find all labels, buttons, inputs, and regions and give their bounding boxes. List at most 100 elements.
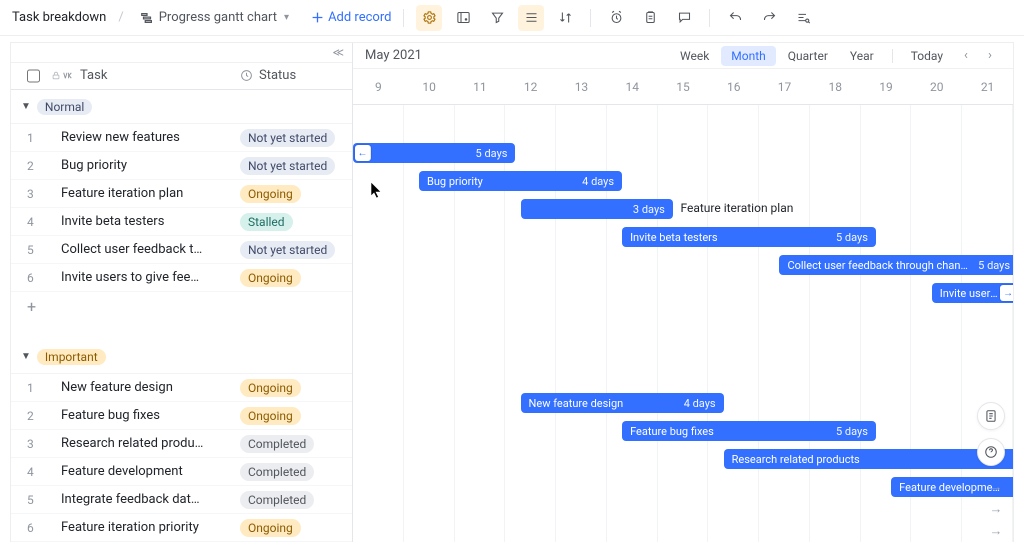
task-name[interactable]: Feature bug fixes — [61, 408, 240, 423]
gantt-bar[interactable]: Feature bug fixes5 days — [622, 421, 876, 441]
status-pill[interactable]: Ongoing — [240, 407, 301, 425]
table-row[interactable]: 2Feature bug fixesOngoing — [11, 402, 352, 430]
status-pill[interactable]: Ongoing — [240, 269, 301, 287]
gantt-bar[interactable]: 3 days — [521, 199, 673, 219]
table-row[interactable]: 5Collect user feedback t…Not yet started — [11, 236, 352, 264]
add-record-button[interactable]: Add record — [311, 10, 391, 25]
status-pill[interactable]: Ongoing — [240, 185, 301, 203]
gantt-bar[interactable]: Research related products — [724, 449, 1013, 469]
bar-left-handle-icon[interactable]: ← — [355, 145, 371, 161]
status-col-label: Status — [259, 68, 296, 83]
gantt-bar[interactable]: New feature design4 days — [521, 393, 724, 413]
table-row[interactable]: 6Feature iteration priorityOngoing — [11, 514, 352, 542]
bar-duration: 5 days — [836, 231, 868, 244]
group-pill[interactable]: Normal — [37, 99, 92, 115]
status-pill[interactable]: Completed — [240, 435, 314, 453]
task-name[interactable]: Review new features — [61, 130, 240, 145]
group-icon[interactable] — [518, 5, 544, 31]
table-row[interactable]: 2Bug priorityNot yet started — [11, 152, 352, 180]
toolbar-divider — [590, 9, 591, 27]
add-row-button[interactable]: + — [11, 292, 352, 320]
task-name[interactable]: Feature iteration plan — [61, 186, 240, 201]
table-row[interactable]: 3Research related produ…Completed — [11, 430, 352, 458]
gantt-view-icon — [140, 11, 154, 25]
scale-quarter[interactable]: Quarter — [778, 46, 838, 66]
date-header: 18 — [810, 69, 861, 104]
status-pill[interactable]: Not yet started — [240, 241, 335, 259]
sort-icon[interactable] — [552, 5, 578, 31]
search-icon[interactable] — [790, 5, 816, 31]
gantt-area: May 2021 Week Month Quarter Year Today ‹… — [353, 43, 1013, 542]
bar-duration: 3 days — [633, 203, 665, 216]
reminder-icon[interactable] — [603, 5, 629, 31]
scroll-to-bar-icon[interactable]: → — [987, 500, 1005, 518]
group-disclosure-icon[interactable]: ▼ — [21, 351, 31, 362]
table-row[interactable]: 6Invite users to give fee…Ongoing — [11, 264, 352, 292]
status-pill[interactable]: Not yet started — [240, 129, 335, 147]
settings-icon[interactable] — [416, 5, 442, 31]
task-name[interactable]: Collect user feedback t… — [61, 242, 240, 257]
scale-year[interactable]: Year — [840, 46, 884, 66]
plus-icon — [311, 11, 324, 24]
task-name[interactable]: Research related produ… — [61, 436, 240, 451]
table-row[interactable]: 4Feature developmentCompleted — [11, 458, 352, 486]
table-row[interactable]: 1Review new featuresNot yet started — [11, 124, 352, 152]
task-list: ≪ Task Status ▼Normal1Review new feature… — [11, 43, 353, 542]
filter-icon[interactable] — [484, 5, 510, 31]
table-row[interactable]: 5Integrate feedback dat…Completed — [11, 486, 352, 514]
undo-icon[interactable] — [722, 5, 748, 31]
timeline-prev-icon[interactable]: ‹ — [955, 48, 977, 63]
clipboard-icon[interactable] — [637, 5, 663, 31]
gantt-bar[interactable]: Invite users to give→ — [932, 283, 1013, 303]
bar-annotation: Feature iteration plan — [680, 201, 793, 215]
gantt-bar[interactable]: 5 days← — [353, 143, 515, 163]
row-index: 5 — [11, 493, 61, 507]
task-name[interactable]: Bug priority — [61, 158, 240, 173]
bar-right-handle-icon[interactable]: → — [1000, 285, 1013, 301]
status-pill[interactable]: Not yet started — [240, 157, 335, 175]
table-row[interactable]: 4Invite beta testersStalled — [11, 208, 352, 236]
view-name: Progress gantt chart — [159, 10, 277, 25]
gantt-bar[interactable]: Collect user feedback through chann…5 da… — [779, 255, 1013, 275]
field-config-icon[interactable] — [450, 5, 476, 31]
date-header: 15 — [658, 69, 709, 104]
scale-week[interactable]: Week — [670, 46, 719, 66]
scroll-to-bar-icon[interactable]: → — [987, 522, 1005, 540]
date-header: 10 — [404, 69, 455, 104]
details-fab-icon[interactable] — [977, 402, 1005, 430]
group-pill[interactable]: Important — [37, 349, 106, 365]
bar-label: Feature bug fixes — [630, 425, 836, 438]
scroll-to-bar-icon[interactable]: → — [987, 478, 1005, 496]
select-all-checkbox[interactable] — [27, 69, 40, 83]
task-name[interactable]: Invite beta testers — [61, 214, 240, 229]
date-header: 19 — [861, 69, 912, 104]
redo-icon[interactable] — [756, 5, 782, 31]
group-disclosure-icon[interactable]: ▼ — [21, 101, 31, 112]
date-header: 11 — [455, 69, 506, 104]
table-row[interactable]: 1New feature designOngoing — [11, 374, 352, 402]
bar-label: Research related products — [732, 453, 1010, 466]
status-pill[interactable]: Completed — [240, 491, 314, 509]
collapse-panel-icon[interactable]: ≪ — [332, 46, 344, 59]
status-pill[interactable]: Completed — [240, 463, 314, 481]
comment-icon[interactable] — [671, 5, 697, 31]
gantt-bar[interactable]: Invite beta testers5 days — [622, 227, 876, 247]
help-fab-icon[interactable] — [977, 438, 1005, 466]
timeline-next-icon[interactable]: › — [979, 48, 1001, 63]
status-pill[interactable]: Ongoing — [240, 519, 301, 537]
task-name[interactable]: Feature iteration priority — [61, 520, 240, 535]
gantt-bar[interactable]: Bug priority4 days — [419, 171, 622, 191]
task-name[interactable]: Feature development — [61, 464, 240, 479]
table-row[interactable]: 3Feature iteration planOngoing — [11, 180, 352, 208]
scale-month[interactable]: Month — [721, 46, 775, 66]
bar-label: Bug priority — [427, 175, 582, 188]
view-selector[interactable]: Progress gantt chart ▾ — [136, 8, 293, 27]
task-name[interactable]: Invite users to give fee… — [61, 270, 240, 285]
status-pill[interactable]: Stalled — [240, 213, 293, 231]
status-pill[interactable]: Ongoing — [240, 379, 301, 397]
task-name[interactable]: Integrate feedback dat… — [61, 492, 240, 507]
breadcrumb-root[interactable]: Task breakdown — [12, 10, 106, 25]
text-col-icon — [61, 69, 74, 82]
task-name[interactable]: New feature design — [61, 380, 240, 395]
today-button[interactable]: Today — [901, 46, 953, 66]
